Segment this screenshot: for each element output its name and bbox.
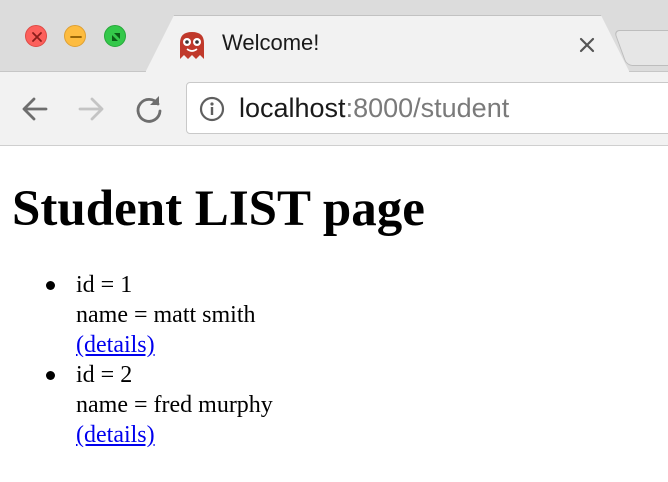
url-text[interactable]: localhost:8000/student [239, 93, 509, 124]
minimize-icon [70, 36, 82, 38]
back-arrow-icon[interactable] [18, 92, 52, 126]
title-bar: Welcome! [0, 0, 668, 73]
details-link[interactable]: (details) [76, 332, 155, 358]
student-name: name = fred murphy [76, 392, 273, 418]
bullet [46, 281, 55, 290]
student-id: id = 1 [76, 272, 133, 298]
student-list-item: id = 2 name = fred murphy (details) [46, 360, 652, 450]
bullet [46, 371, 55, 380]
info-icon[interactable] [199, 96, 225, 122]
window-minimize-button[interactable] [64, 25, 86, 47]
url-path: :8000/student [345, 93, 510, 123]
maximize-icon [112, 33, 120, 41]
url-host: localhost [239, 93, 346, 123]
details-link[interactable]: (details) [76, 422, 155, 448]
student-list: id = 1 name = matt smith (details) id = … [12, 270, 652, 450]
tab-title: Welcome! [222, 30, 320, 55]
close-icon [32, 32, 42, 42]
browser-toolbar: localhost:8000/student [0, 72, 668, 146]
ghost-icon [180, 32, 204, 59]
student-name: name = matt smith [76, 302, 256, 328]
browser-tab[interactable]: Welcome! [145, 15, 630, 73]
student-list-item: id = 1 name = matt smith (details) [46, 270, 652, 360]
window-maximize-button[interactable] [104, 25, 126, 47]
page-title: Student LIST page [12, 181, 425, 237]
student-id: id = 2 [76, 362, 133, 388]
page-content: Student LIST page id = 1 name = matt smi… [12, 180, 652, 450]
reload-icon[interactable] [132, 92, 166, 126]
forward-arrow-icon[interactable] [74, 92, 108, 126]
tab-close-icon[interactable] [576, 34, 598, 56]
address-bar[interactable]: localhost:8000/student [186, 82, 668, 134]
window-close-button[interactable] [25, 25, 47, 47]
